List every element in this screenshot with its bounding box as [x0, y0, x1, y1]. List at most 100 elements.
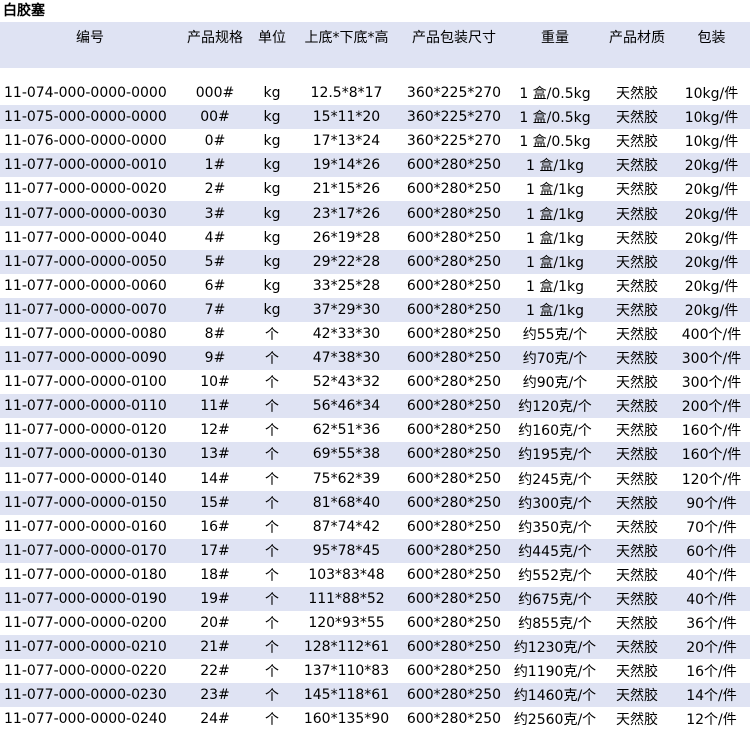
cell-dimensions: 95*78*45: [312, 542, 381, 559]
cell-spec: 7#: [204, 301, 226, 318]
cell-package-size: 600*280*250: [406, 711, 502, 728]
cell-unit: kg: [263, 253, 281, 270]
cell-spec: 3#: [204, 205, 226, 222]
cell-material: 天然胶: [616, 519, 658, 536]
cell-packing: 10kg/件: [684, 86, 739, 103]
cell-package-size: 600*280*250: [406, 639, 502, 656]
cell-packing: 60个/件: [686, 543, 737, 560]
cell-package-size: 600*280*250: [406, 494, 502, 511]
cell-packing: 36个/件: [686, 616, 737, 633]
cell-weight: 约2560克/个: [513, 712, 597, 729]
table-row: 11-077-000-0000-0020 2# kg 21*15*26 600*280*…: [0, 177, 750, 202]
column-header-dimensions: 上底*下底*高: [304, 30, 389, 46]
cell-material: 天然胶: [616, 543, 658, 560]
cell-spec: 000#: [195, 85, 235, 102]
cell-packing: 200个/件: [681, 399, 742, 416]
table-row: 11-075-000-0000-0000 00# kg 15*11*20 360*225…: [0, 105, 750, 130]
cell-material: 天然胶: [616, 712, 658, 729]
cell-spec: 6#: [204, 277, 226, 294]
cell-packing: 20kg/件: [684, 302, 739, 319]
cell-material: 天然胶: [616, 567, 658, 584]
cell-unit: kg: [263, 157, 281, 174]
cell-dimensions: 69*55*38: [312, 446, 381, 463]
cell-package-size: 600*280*250: [406, 205, 502, 222]
cell-code: 11-077-000-0000-0050: [4, 253, 167, 270]
cell-spec: 4#: [204, 229, 226, 246]
cell-dimensions: 15*11*20: [312, 109, 381, 126]
cell-unit: 个: [265, 712, 279, 729]
cell-material: 天然胶: [616, 302, 658, 319]
table-body: 11-074-000-0000-0000 000# kg 12.5*8*17 360*2…: [0, 68, 750, 732]
cell-dimensions: 29*22*28: [312, 253, 381, 270]
cell-unit: kg: [263, 109, 281, 126]
cell-packing: 120个/件: [681, 471, 742, 488]
cell-material: 天然胶: [616, 471, 658, 488]
cell-packing: 20kg/件: [684, 182, 739, 199]
table-row: 11-077-000-0000-0080 8# 个 42*33*30 600*280*2…: [0, 321, 750, 347]
cell-weight: 约195克/个: [518, 447, 592, 464]
cell-dimensions: 42*33*30: [312, 325, 381, 342]
cell-code: 11-077-000-0000-0120: [4, 422, 167, 439]
cell-packing: 14个/件: [686, 688, 737, 705]
table-row: 11-077-000-0000-0240 24# 个 160*135*90 600*28…: [0, 707, 750, 732]
cell-code: 11-074-000-0000-0000: [4, 85, 167, 102]
cell-code: 11-077-000-0000-0140: [4, 470, 167, 487]
cell-code: 11-077-000-0000-0170: [4, 542, 167, 559]
cell-dimensions: 87*74*42: [312, 518, 381, 535]
cell-code: 11-077-000-0000-0180: [4, 566, 167, 583]
cell-code: 11-077-000-0000-0150: [4, 494, 167, 511]
table-row: 11-077-000-0000-0130 13# 个 69*55*38 600*280*…: [0, 442, 750, 467]
table-row: 11-077-000-0000-0230 23# 个 145*118*61 600*28…: [0, 683, 750, 708]
cell-dimensions: 75*62*39: [312, 470, 381, 487]
cell-code: 11-077-000-0000-0230: [4, 687, 167, 704]
table-row: 11-077-000-0000-0030 3# kg 23*17*26 600*280*…: [0, 201, 750, 226]
cell-weight: 约300克/个: [518, 495, 592, 512]
cell-packing: 90个/件: [686, 495, 737, 512]
table-row: 11-077-000-0000-0190 19# 个 111*88*52 600*280…: [0, 586, 750, 612]
cell-package-size: 360*225*270: [406, 109, 502, 126]
cell-unit: 个: [265, 351, 279, 368]
cell-code: 11-076-000-0000-0000: [4, 133, 167, 150]
cell-spec: 17#: [200, 542, 230, 559]
cell-package-size: 600*280*250: [406, 615, 502, 632]
cell-dimensions: 81*68*40: [312, 494, 381, 511]
cell-spec: 12#: [200, 422, 230, 439]
cell-spec: 10#: [200, 374, 230, 391]
table-row: 11-076-000-0000-0000 0# kg 17*13*24 360*225*…: [0, 129, 750, 154]
cell-weight: 1 盒/1kg: [526, 158, 584, 175]
cell-weight: 1 盒/0.5kg: [519, 134, 591, 151]
cell-spec: 8#: [204, 325, 226, 342]
cell-unit: 个: [265, 664, 279, 681]
cell-dimensions: 62*51*36: [312, 422, 381, 439]
cell-spec: 00#: [200, 109, 230, 126]
cell-package-size: 600*280*250: [406, 157, 502, 174]
cell-packing: 10kg/件: [684, 134, 739, 151]
cell-material: 天然胶: [616, 230, 658, 247]
cell-material: 天然胶: [616, 423, 658, 440]
cell-package-size: 600*280*250: [406, 253, 502, 270]
cell-package-size: 600*280*250: [406, 277, 502, 294]
cell-package-size: 360*225*270: [406, 133, 502, 150]
cell-dimensions: 145*118*61: [303, 687, 390, 704]
cell-material: 天然胶: [616, 206, 658, 223]
cell-package-size: 600*280*250: [406, 374, 502, 391]
cell-packing: 20个/件: [686, 640, 737, 657]
cell-package-size: 600*280*250: [406, 518, 502, 535]
table-row: 11-074-000-0000-0000 000# kg 12.5*8*17 360*2…: [0, 81, 750, 106]
column-header-package-size: 产品包装尺寸: [412, 30, 496, 46]
cell-weight: 约70克/个: [522, 351, 588, 368]
cell-packing: 12个/件: [686, 712, 737, 729]
cell-package-size: 600*280*250: [406, 470, 502, 487]
cell-package-size: 600*280*250: [406, 350, 502, 367]
cell-unit: 个: [265, 688, 279, 705]
cell-material: 天然胶: [616, 134, 658, 151]
cell-spec: 2#: [204, 181, 226, 198]
table-row: 11-077-000-0000-0010 1# kg 19*14*26 600*280*…: [0, 153, 750, 178]
cell-weight: 1 盒/1kg: [526, 206, 584, 223]
cell-material: 天然胶: [616, 86, 658, 103]
table-row: 11-077-000-0000-0040 4# kg 26*19*28 600*280*…: [0, 225, 750, 250]
cell-weight: 约350克/个: [518, 519, 592, 536]
cell-code: 11-077-000-0000-0090: [4, 350, 167, 367]
cell-package-size: 600*280*250: [406, 398, 502, 415]
cell-dimensions: 26*19*28: [312, 229, 381, 246]
